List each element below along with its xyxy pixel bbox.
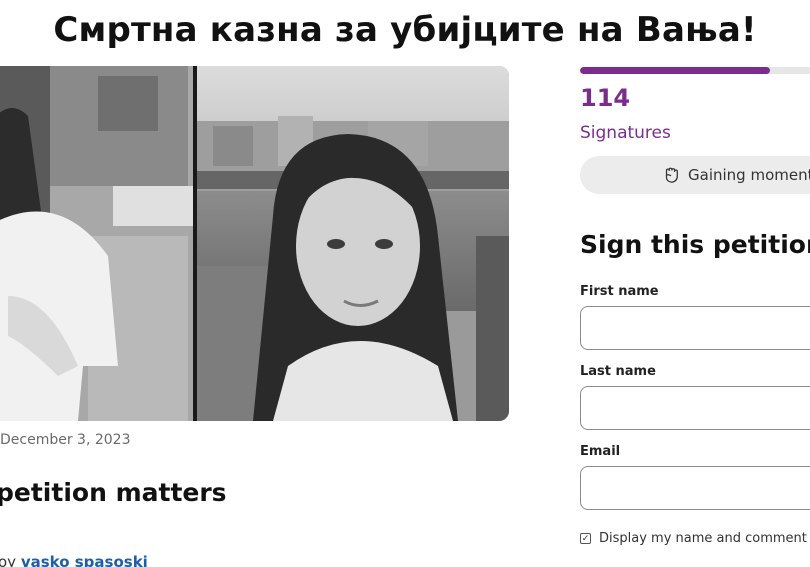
- signature-label: Signatures: [580, 123, 671, 143]
- checkbox-checked-icon[interactable]: ✓: [580, 533, 591, 544]
- last-name-field[interactable]: [580, 386, 810, 430]
- raised-fist-icon: [665, 167, 678, 183]
- last-name-label: Last name: [580, 364, 656, 379]
- momentum-label: Gaining momentum: [688, 166, 810, 184]
- petition-title: Смртна казна за убијците на Вања!: [53, 10, 757, 50]
- first-name-label: First name: [580, 284, 659, 299]
- momentum-badge: Gaining momentum: [580, 156, 810, 194]
- email-label: Email: [580, 444, 621, 459]
- author-line: oy vasko spasoski: [0, 553, 148, 567]
- petition-photo: [0, 66, 509, 421]
- sign-form-title: Sign this petition: [580, 230, 810, 259]
- first-name-field[interactable]: [580, 306, 810, 350]
- display-name-label: Display my name and comment on: [599, 531, 810, 546]
- signature-progress-fill: [580, 67, 770, 74]
- display-name-option[interactable]: ✓ Display my name and comment on: [580, 531, 810, 546]
- signature-count: 114: [580, 84, 631, 112]
- author-prefix: oy: [0, 553, 21, 567]
- section-heading: petition matters: [0, 478, 227, 507]
- email-field[interactable]: [580, 466, 810, 510]
- signature-progress-bar: [580, 67, 810, 74]
- author-link[interactable]: vasko spasoski: [21, 553, 148, 567]
- petition-date: December 3, 2023: [0, 432, 131, 448]
